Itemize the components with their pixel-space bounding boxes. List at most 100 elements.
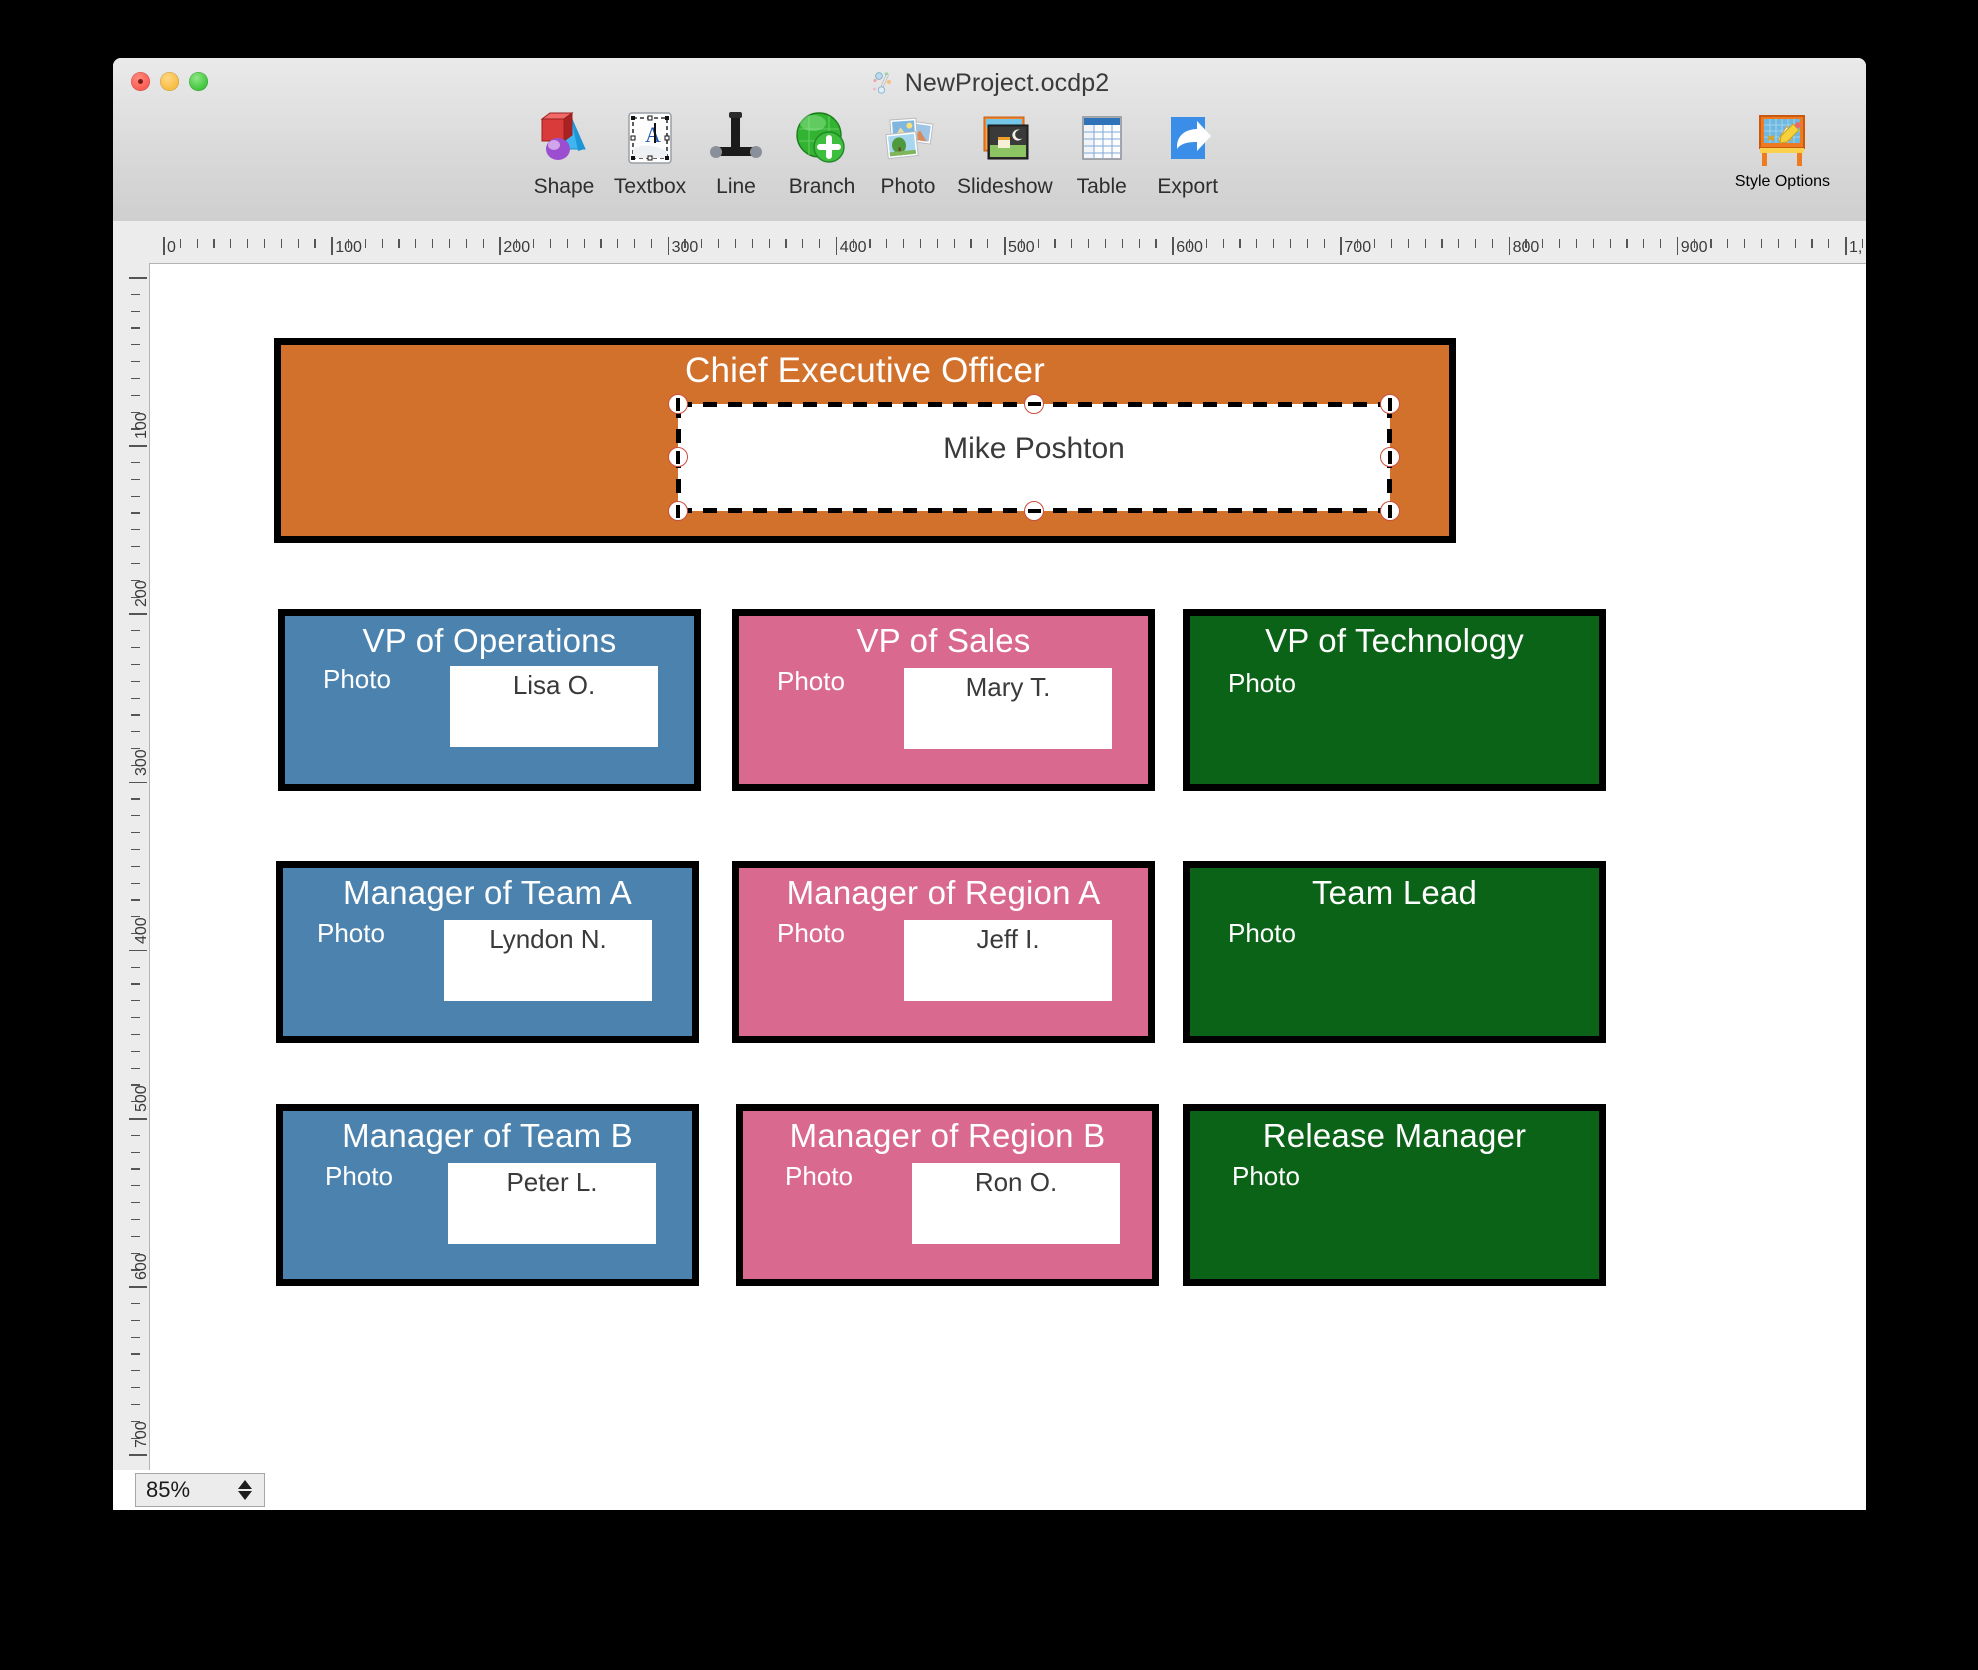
- ruler-tick-minor: [131, 1387, 140, 1389]
- shape-team-lead[interactable]: Team Lead Photo: [1183, 861, 1606, 1043]
- ruler-tick-minor: [348, 239, 350, 248]
- vertical-ruler[interactable]: 100 200 300 400 500 600 700: [113, 263, 150, 1510]
- ruler-tick-minor: [1306, 239, 1308, 248]
- shape-manager-region-a[interactable]: Manager of Region A Photo Jeff I.: [732, 861, 1155, 1043]
- ruler-tick-minor: [852, 239, 854, 248]
- shape-title-manager-region-a: Manager of Region A: [786, 874, 1101, 911]
- ruler-tick-minor: [131, 1185, 140, 1187]
- toolbar-button-table[interactable]: Table: [1059, 106, 1145, 199]
- shape-icon: [532, 106, 596, 170]
- toolbar-button-shape[interactable]: Shape: [521, 106, 607, 199]
- ruler-tick-major: [129, 613, 147, 615]
- textbox-icon: A: [618, 106, 682, 170]
- ruler-tick-minor: [1626, 239, 1628, 248]
- ruler-tick-minor: [886, 239, 888, 248]
- ruler-tick-minor: [1828, 239, 1830, 248]
- toolbar-button-export[interactable]: Export: [1145, 106, 1231, 199]
- stepper-up-down-icon[interactable]: [235, 1477, 255, 1503]
- resize-handle-middle-right[interactable]: [1380, 447, 1400, 467]
- ruler-tick-minor: [734, 239, 737, 248]
- name-text-manager-region-b: Ron O.: [974, 1167, 1058, 1197]
- photo-label-manager-region-b: Photo: [785, 1161, 853, 1191]
- ruler-tick-minor: [131, 1017, 140, 1019]
- name-text-vp-sales: Mary T.: [965, 672, 1051, 702]
- selection-ceo-name[interactable]: Mike Poshton: [668, 394, 1400, 521]
- ruler-tick-minor: [131, 495, 140, 497]
- ruler-tick-minor: [1138, 239, 1140, 248]
- ruler-tick-minor: [465, 239, 467, 248]
- ruler-tick-minor: [131, 1353, 140, 1355]
- name-box-manager-team-a[interactable]: Lyndon N.: [444, 920, 652, 1001]
- name-box-vp-sales[interactable]: Mary T.: [904, 668, 1112, 749]
- ruler-tick-minor: [131, 663, 140, 666]
- shape-vp-operations[interactable]: VP of Operations Photo Lisa O.: [278, 609, 701, 791]
- ruler-label: 400: [133, 917, 150, 944]
- ruler-tick-minor: [131, 966, 140, 968]
- ruler-tick-minor: [131, 1370, 140, 1372]
- name-box-manager-team-b[interactable]: Peter L.: [448, 1163, 656, 1244]
- shape-manager-team-b[interactable]: Manager of Team B Photo Peter L.: [276, 1104, 699, 1286]
- ruler-tick-minor: [131, 647, 140, 649]
- toolbar-label-shape: Shape: [533, 175, 595, 198]
- ruler-tick-minor: [1239, 239, 1241, 248]
- toolbar-button-branch[interactable]: Branch: [779, 106, 865, 199]
- ruler-tick-minor: [131, 630, 140, 632]
- resize-handle-bottom-left[interactable]: [668, 501, 688, 521]
- ruler-tick-minor: [280, 239, 282, 248]
- shape-manager-region-b[interactable]: Manager of Region B Photo Ron O.: [736, 1104, 1159, 1286]
- ruler-tick-minor: [1323, 239, 1325, 248]
- toolbar-button-photo[interactable]: Photo: [865, 106, 951, 199]
- photo-label-manager-team-b: Photo: [325, 1161, 393, 1191]
- toolbar-button-textbox[interactable]: A Textbox: [607, 106, 693, 199]
- resize-handle-top-left[interactable]: [668, 394, 688, 414]
- ruler-tick-minor: [1609, 239, 1611, 248]
- ruler-tick-minor: [1458, 239, 1460, 248]
- toolbar-items: Shape A Textbox Line Branch Photo Slides…: [521, 106, 1231, 199]
- toolbar-button-line[interactable]: Line: [693, 106, 779, 199]
- ruler-label: 100: [133, 412, 150, 440]
- name-box-vp-operations[interactable]: Lisa O.: [450, 666, 658, 747]
- resize-handle-top-center[interactable]: [1024, 394, 1044, 414]
- ruler-tick-major: [835, 237, 838, 255]
- shape-vp-technology[interactable]: VP of Technology Photo: [1183, 609, 1606, 791]
- horizontal-ruler[interactable]: 01002003004005006007008009001,: [149, 221, 1866, 264]
- ruler-tick-minor: [1037, 239, 1039, 248]
- toolbar-label-line: Line: [716, 175, 756, 198]
- ruler-tick-minor: [600, 239, 602, 248]
- resize-handle-top-right[interactable]: [1380, 394, 1400, 414]
- ruler-tick-major: [1676, 237, 1679, 255]
- ruler-tick-minor: [131, 462, 140, 464]
- shape-release-manager[interactable]: Release Manager Photo: [1183, 1104, 1606, 1286]
- toolbar-button-style-options[interactable]: Style Options: [1735, 106, 1830, 191]
- zoom-control[interactable]: 85%: [135, 1473, 265, 1507]
- ruler-tick-minor: [131, 293, 140, 295]
- ruler-tick-minor: [802, 239, 804, 248]
- resize-handle-middle-left[interactable]: [668, 447, 688, 467]
- toolbar-button-slideshow[interactable]: Slideshow: [951, 106, 1059, 199]
- ruler-tick-minor: [1659, 239, 1662, 248]
- name-box-manager-region-b[interactable]: Ron O.: [912, 1163, 1120, 1244]
- name-box-manager-region-a[interactable]: Jeff I.: [904, 920, 1112, 1001]
- ruler-tick-minor: [131, 731, 140, 733]
- photo-label-vp-operations: Photo: [323, 664, 391, 694]
- ruler-tick-major: [129, 1454, 147, 1456]
- ruler-tick-minor: [1407, 239, 1409, 248]
- ruler-tick-minor: [1071, 239, 1073, 248]
- ruler-tick-minor: [953, 239, 955, 248]
- ruler-tick-minor: [936, 239, 938, 248]
- drawing-canvas[interactable]: Chief Executive Officer Mike Poshton VP …: [150, 264, 1866, 1510]
- toolbar: Shape A Textbox Line Branch Photo Slides…: [113, 106, 1866, 218]
- ruler-tick-major: [1172, 237, 1174, 255]
- ruler-tick-minor: [213, 239, 215, 248]
- slideshow-icon: [973, 106, 1037, 170]
- ruler-tick-minor: [131, 798, 140, 800]
- ruler-tick-minor: [1205, 239, 1208, 248]
- resize-handle-bottom-right[interactable]: [1380, 501, 1400, 521]
- resize-handle-bottom-center[interactable]: [1024, 501, 1044, 521]
- shape-vp-sales[interactable]: VP of Sales Photo Mary T.: [732, 609, 1155, 791]
- window-chrome: NewProject.ocdp2 Shape A Textbox Line Br…: [113, 58, 1866, 222]
- ruler-tick-minor: [1643, 239, 1645, 248]
- photo-label-team-lead: Photo: [1228, 918, 1296, 948]
- shape-manager-team-a[interactable]: Manager of Team A Photo Lyndon N.: [276, 861, 699, 1043]
- ruler-tick-minor: [131, 344, 140, 346]
